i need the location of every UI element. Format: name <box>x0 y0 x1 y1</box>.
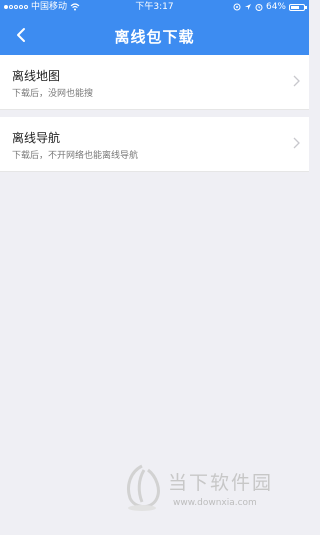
watermark-logo-icon <box>127 464 160 511</box>
location-icon <box>233 3 241 11</box>
battery-percent: 64% <box>265 2 286 12</box>
item-subtitle: 下载后，没网也能搜 <box>12 89 94 99</box>
header: 中国移动 下午3:17 64% 离线包下载 <box>0 0 309 55</box>
nav-bar: 离线包下载 <box>0 14 309 55</box>
item-subtitle: 下载后，不开网络也能离线导航 <box>12 151 139 161</box>
list-item-offline-map[interactable]: 离线地图 下载后，没网也能搜 <box>0 55 309 110</box>
battery-icon <box>289 3 307 11</box>
chevron-right-icon <box>293 75 300 87</box>
list-item-offline-navigation[interactable]: 离线导航 下载后，不开网络也能离线导航 <box>0 117 309 172</box>
alarm-icon <box>255 4 263 11</box>
watermark: 当下软件园 www.downxia.com <box>122 462 290 514</box>
watermark-text: 当下软件园 <box>168 472 274 494</box>
section-gap <box>0 110 309 117</box>
watermark-url: www.downxia.com <box>173 498 257 508</box>
item-title: 离线地图 <box>12 69 61 83</box>
status-bar: 中国移动 下午3:17 64% <box>0 0 309 14</box>
status-right: 64% <box>233 0 307 14</box>
arrow-icon <box>244 4 251 10</box>
chevron-right-icon <box>293 137 300 149</box>
item-title: 离线导航 <box>12 131 61 145</box>
page-title: 离线包下载 <box>114 28 195 46</box>
